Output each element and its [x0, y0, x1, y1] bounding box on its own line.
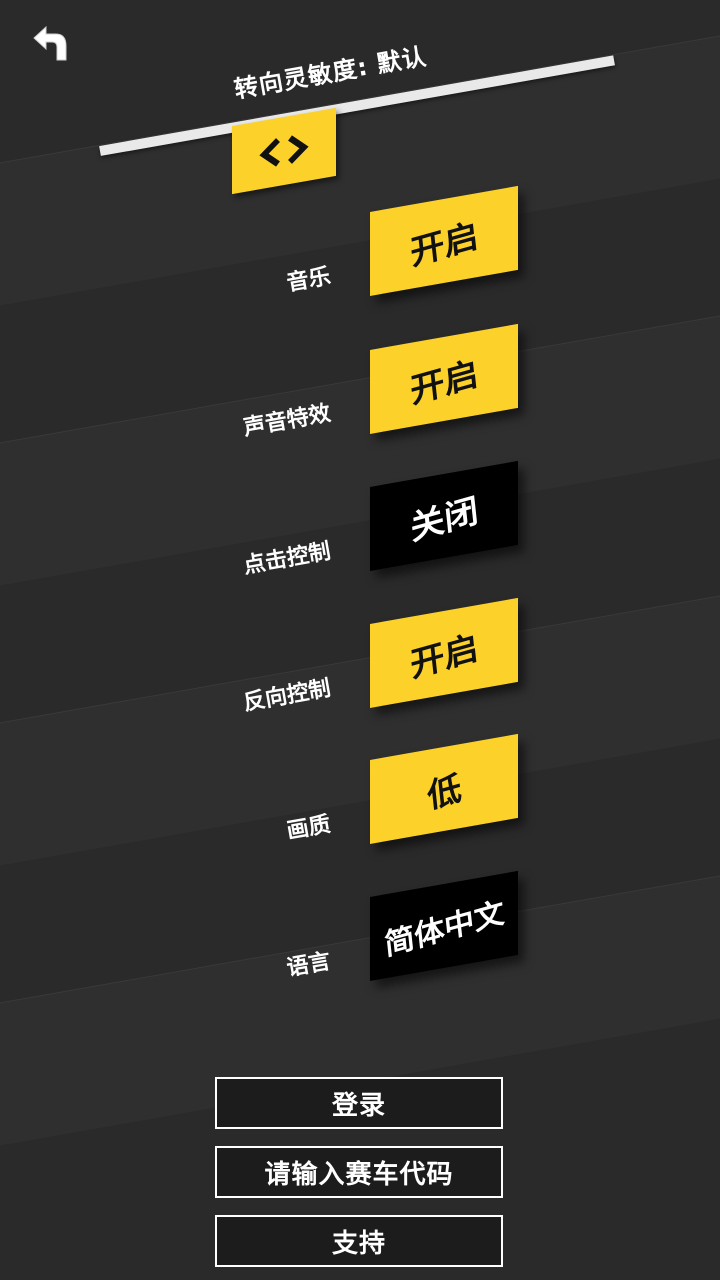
sound-effects-toggle-button[interactable]: 开启 [370, 323, 518, 434]
reverse-control-toggle-button[interactable]: 开启 [370, 597, 518, 708]
music-toggle-button[interactable]: 开启 [370, 185, 518, 296]
back-button[interactable] [28, 22, 72, 66]
support-button[interactable]: 支持 [215, 1215, 503, 1267]
reverse-control-label: 反向控制 [241, 676, 333, 717]
sound-effects-toggle-value: 开启 [408, 353, 481, 412]
background-band [0, 300, 720, 599]
graphics-quality-button[interactable]: 低 [370, 733, 518, 844]
tap-control-toggle-button[interactable]: 关闭 [370, 460, 518, 571]
language-button[interactable]: 简体中文 [370, 870, 518, 981]
enter-car-code-button[interactable]: 请输入赛车代码 [215, 1146, 503, 1198]
graphics-quality-label: 画质 [284, 812, 333, 845]
login-button[interactable]: 登录 [215, 1077, 503, 1129]
tap-control-toggle-value: 关闭 [408, 490, 481, 549]
background-band [0, 580, 720, 879]
music-toggle-value: 开启 [408, 215, 481, 274]
sound-effects-label: 声音特效 [241, 401, 333, 442]
language-value: 简体中文 [382, 895, 506, 964]
back-arrow-icon [33, 25, 67, 61]
reverse-control-toggle-value: 开启 [408, 627, 481, 686]
tap-control-label: 点击控制 [241, 539, 333, 580]
language-label: 语言 [284, 949, 333, 982]
chevrons-icon [259, 135, 309, 167]
graphics-quality-value: 低 [425, 768, 464, 817]
music-label: 音乐 [284, 264, 333, 297]
